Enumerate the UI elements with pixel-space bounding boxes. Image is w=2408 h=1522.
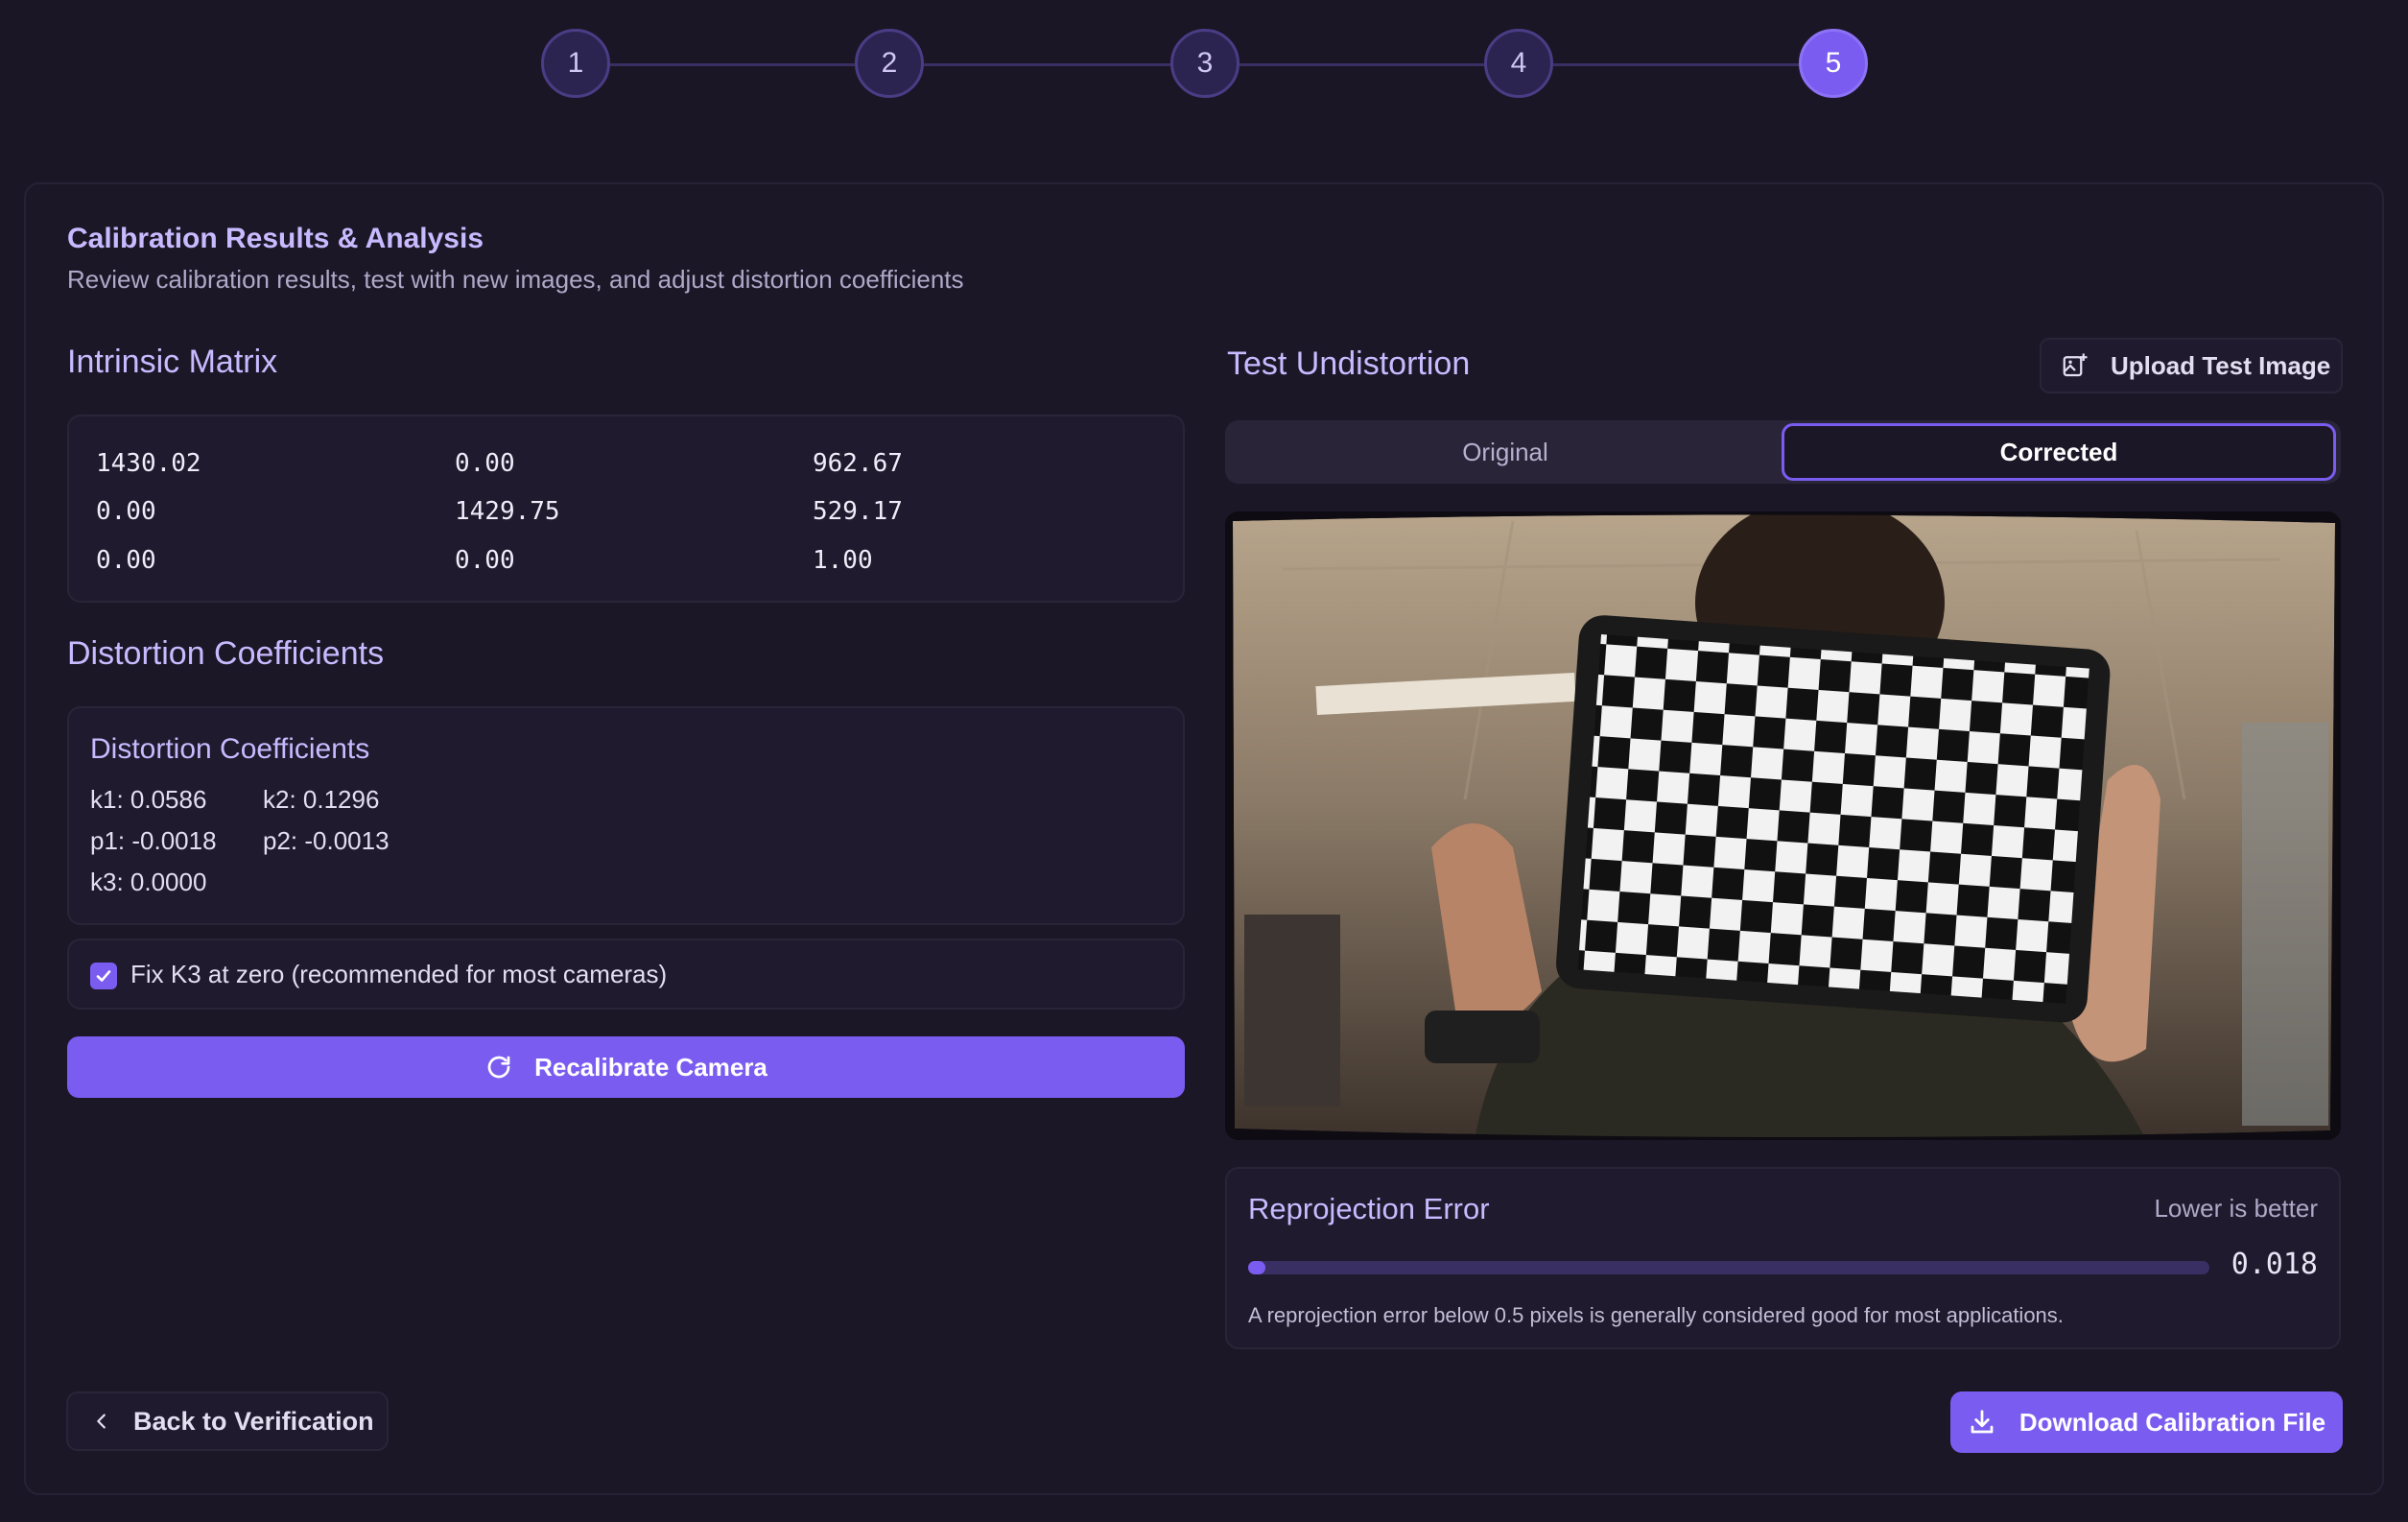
- coef-k2: k2: 0.1296: [263, 785, 380, 814]
- upload-test-image-label: Upload Test Image: [2111, 350, 2331, 380]
- refresh-icon: [487, 1056, 510, 1079]
- toggle-corrected[interactable]: Corrected: [1782, 423, 2336, 481]
- matrix-cell: 0.00: [96, 497, 156, 526]
- fix-k3-row[interactable]: Fix K3 at zero (recommended for most cam…: [67, 939, 1185, 1010]
- step-1[interactable]: 1: [541, 29, 610, 98]
- download-icon: [1971, 1410, 1994, 1434]
- step-2[interactable]: 2: [855, 29, 924, 98]
- stepper-connector: [924, 63, 1170, 66]
- download-calibration-button[interactable]: Download Calibration File: [1950, 1391, 2343, 1453]
- reprojection-bar-fill: [1248, 1261, 1266, 1274]
- distortion-heading: Distortion Coefficients: [67, 635, 385, 672]
- download-label: Download Calibration File: [2018, 1407, 2326, 1437]
- matrix-cell: 1.00: [813, 546, 873, 575]
- coef-k1: k1: 0.0586: [90, 785, 207, 814]
- reprojection-hint: Lower is better: [2154, 1194, 2318, 1223]
- back-label: Back to Verification: [133, 1406, 374, 1436]
- checkmark-icon: [96, 970, 111, 982]
- matrix-cell: 962.67: [813, 449, 903, 478]
- matrix-cell: 1429.75: [455, 497, 560, 526]
- coef-p1: p1: -0.0018: [90, 826, 217, 855]
- page-subtitle: Review calibration results, test with ne…: [67, 265, 964, 294]
- fix-k3-label: Fix K3 at zero (recommended for most cam…: [130, 960, 668, 988]
- preview-photo: [1225, 511, 2341, 1140]
- chevron-left-icon: [97, 1414, 106, 1429]
- reprojection-title: Reprojection Error: [1248, 1192, 1490, 1225]
- coef-p2: p2: -0.0013: [263, 826, 390, 855]
- recalibrate-button[interactable]: Recalibrate Camera: [67, 1036, 1185, 1098]
- distortion-panel: Distortion Coefficients k1: 0.0586 k2: 0…: [67, 706, 1185, 925]
- intrinsic-matrix-heading: Intrinsic Matrix: [67, 344, 278, 380]
- stepper-connector: [610, 63, 855, 66]
- stepper-connector: [1239, 63, 1484, 66]
- test-undistortion-heading: Test Undistortion: [1227, 345, 1471, 382]
- fix-k3-checkbox[interactable]: [90, 963, 117, 989]
- image-upload-icon: [2063, 353, 2088, 377]
- matrix-cell: 1430.02: [96, 449, 201, 478]
- reprojection-panel: Reprojection Error Lower is better 0.018…: [1225, 1167, 2341, 1349]
- matrix-cell: 0.00: [96, 546, 156, 575]
- page-title: Calibration Results & Analysis: [67, 223, 484, 254]
- step-3[interactable]: 3: [1170, 29, 1239, 98]
- stepper-connector: [1553, 63, 1799, 66]
- progress-stepper: 1 2 3 4 5: [0, 29, 2408, 101]
- matrix-cell: 0.00: [455, 449, 515, 478]
- distortion-panel-title: Distortion Coefficients: [90, 733, 370, 765]
- reprojection-note: A reprojection error below 0.5 pixels is…: [1248, 1303, 2064, 1327]
- coef-k3: k3: 0.0000: [90, 868, 207, 896]
- back-button[interactable]: Back to Verification: [66, 1391, 389, 1451]
- step-5[interactable]: 5: [1799, 29, 1868, 98]
- upload-test-image-button[interactable]: Upload Test Image: [2040, 338, 2343, 393]
- step-4[interactable]: 4: [1484, 29, 1553, 98]
- undistorted-preview-image: [1225, 511, 2341, 1140]
- matrix-cell: 529.17: [813, 497, 903, 526]
- recalibrate-label: Recalibrate Camera: [534, 1052, 767, 1082]
- matrix-cell: 0.00: [455, 546, 515, 575]
- reprojection-value: 0.018: [2231, 1248, 2318, 1281]
- intrinsic-matrix-panel: 1430.02 0.00 962.67 0.00 1429.75 529.17 …: [67, 415, 1185, 603]
- toggle-original[interactable]: Original: [1228, 423, 1782, 481]
- reprojection-bar: [1248, 1261, 2209, 1274]
- view-toggle: Original Corrected: [1225, 420, 2341, 484]
